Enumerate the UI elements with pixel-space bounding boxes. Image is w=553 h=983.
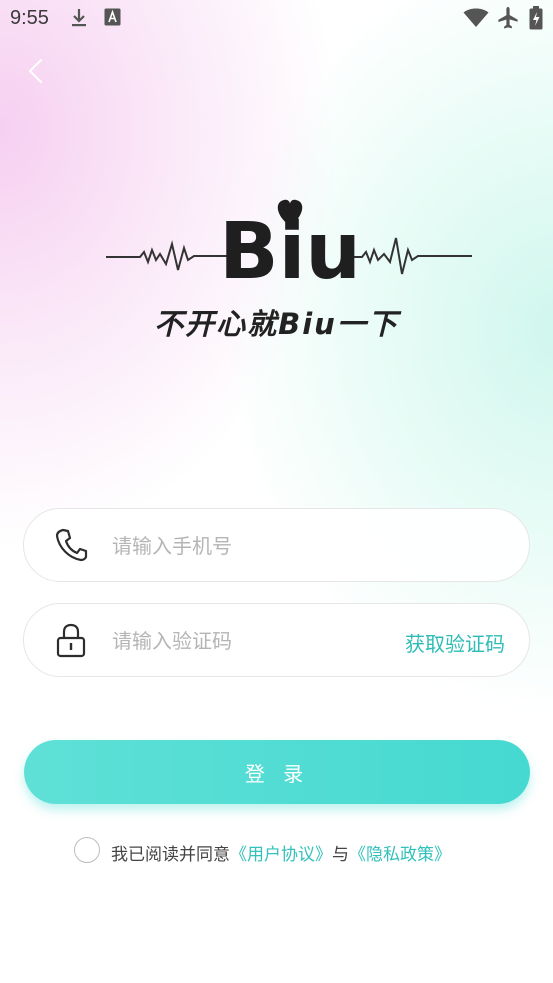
heartbeat-line-right — [352, 237, 472, 275]
status-bar: 9:55 — [0, 0, 553, 38]
verification-code-field: 获取验证码 — [23, 603, 530, 677]
font-a-icon — [104, 8, 121, 31]
get-verification-code-button[interactable]: 获取验证码 — [405, 628, 505, 657]
heartbeat-line-left — [106, 240, 228, 271]
status-time: 9:55 — [10, 7, 49, 29]
login-button[interactable]: 登 录 — [24, 740, 530, 804]
back-button[interactable] — [22, 56, 50, 86]
phone-icon — [54, 527, 88, 563]
agreement-text: 我已阅读并同意《用户协议》与《隐私政策》 — [111, 840, 451, 865]
page-background — [0, 0, 553, 983]
user-agreement-link[interactable]: 《用户协议》 — [230, 845, 332, 865]
app-slogan: 不开心就Biu一下 — [154, 307, 399, 341]
agreement-checkbox[interactable] — [74, 837, 100, 863]
lock-icon — [54, 622, 88, 658]
wifi-icon — [463, 8, 489, 33]
agreement-prefix: 我已阅读并同意 — [111, 845, 230, 865]
agreement-joiner: 与 — [332, 845, 349, 865]
battery-charging-icon — [529, 6, 543, 35]
phone-field — [23, 508, 530, 582]
chevron-left-icon — [29, 59, 42, 83]
verification-code-input[interactable] — [110, 620, 404, 662]
airplane-mode-icon — [497, 6, 519, 35]
phone-input[interactable] — [110, 525, 404, 567]
privacy-policy-link[interactable]: 《隐私政策》 — [349, 845, 451, 865]
download-icon — [70, 8, 88, 33]
